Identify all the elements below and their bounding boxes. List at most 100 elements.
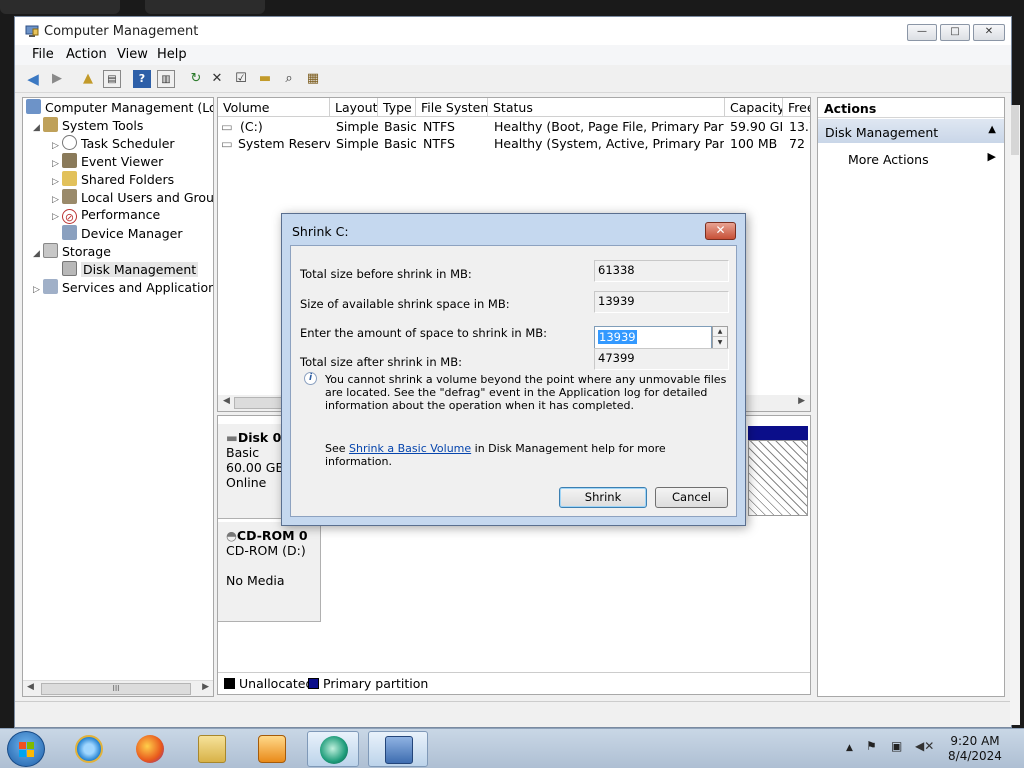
minimize-button[interactable]: — bbox=[907, 24, 937, 41]
tree-item-services[interactable]: ▷ Services and Applications bbox=[33, 279, 213, 297]
shrink-button[interactable]: Shrink bbox=[559, 487, 647, 508]
volume-muted-icon[interactable]: ◀✕ bbox=[915, 739, 934, 753]
menu-action[interactable]: Action bbox=[66, 47, 107, 62]
scroll-right-icon[interactable]: ▶ bbox=[202, 682, 209, 692]
show-hidden-icons-icon[interactable]: ▲ bbox=[846, 743, 853, 753]
actions-header: Actions bbox=[818, 98, 1004, 118]
collapsed-arrow-icon[interactable]: ▷ bbox=[52, 177, 62, 187]
start-button[interactable] bbox=[7, 731, 45, 767]
cell-capacity: 59.90 GB bbox=[730, 119, 782, 134]
dialog-body: Total size before shrink in MB: 61338 Si… bbox=[290, 245, 737, 517]
tree-item-shared-folders[interactable]: ▷ Shared Folders bbox=[52, 171, 174, 189]
taskbar-explorer[interactable] bbox=[186, 731, 238, 767]
tree-item-performance[interactable]: ▷ ⊘ Performance bbox=[52, 207, 160, 225]
back-arrow-icon[interactable]: ◀ bbox=[24, 70, 42, 88]
disk-name: Disk 0 bbox=[237, 430, 282, 445]
cdrom-0-label[interactable]: ◓CD-ROM 0 CD-ROM (D:) No Media bbox=[218, 522, 321, 622]
tree-item-disk-management[interactable]: Disk Management bbox=[62, 261, 199, 279]
legend-primary: Primary partition bbox=[323, 676, 429, 691]
tree-item-local-users[interactable]: ▷ Local Users and Groups bbox=[52, 189, 213, 207]
collapsed-arrow-icon[interactable]: ▷ bbox=[33, 285, 43, 295]
tree-item-event-viewer[interactable]: ▷ Event Viewer bbox=[52, 153, 163, 171]
shrink-amount-input[interactable]: 13939 bbox=[594, 326, 712, 349]
forward-arrow-icon[interactable]: ▶ bbox=[48, 70, 66, 88]
drive-icon: ▭ bbox=[221, 136, 233, 151]
column-header-type[interactable]: Type bbox=[378, 98, 416, 117]
delete-icon[interactable]: ✕ bbox=[208, 70, 226, 88]
column-header-file-system[interactable]: File System bbox=[416, 98, 488, 117]
column-header-free[interactable]: Free bbox=[783, 98, 810, 117]
primary-partition-bar[interactable] bbox=[748, 426, 808, 440]
system-clock[interactable]: 9:20 AM 8/4/2024 bbox=[940, 734, 1010, 764]
menu-bar: File Action View Help bbox=[15, 45, 1011, 65]
partition-selected-area[interactable] bbox=[748, 440, 808, 516]
taskbar-firefox[interactable] bbox=[124, 731, 176, 767]
shrink-amount-value: 13939 bbox=[598, 330, 637, 344]
collapse-icon[interactable]: ▲ bbox=[988, 124, 996, 135]
show-hide-action-pane-icon[interactable]: ▥ bbox=[157, 70, 175, 88]
taskbar-computer-management[interactable] bbox=[368, 731, 428, 767]
media-player-icon bbox=[258, 735, 286, 763]
close-button[interactable]: ✕ bbox=[973, 24, 1005, 41]
cell-type: Basic bbox=[384, 136, 416, 151]
spin-up-icon[interactable]: ▲ bbox=[713, 327, 727, 337]
tree-horizontal-scrollbar[interactable]: ◀ III ▶ bbox=[23, 680, 213, 696]
background-scrollbar[interactable] bbox=[1010, 105, 1020, 725]
collapsed-arrow-icon[interactable]: ▷ bbox=[52, 141, 62, 151]
column-header-volume[interactable]: Volume bbox=[218, 98, 330, 117]
refresh-icon[interactable]: ↻ bbox=[187, 70, 205, 88]
shrink-help-link[interactable]: Shrink a Basic Volume bbox=[349, 442, 471, 455]
cell-file-system: NTFS bbox=[423, 119, 455, 134]
taskbar-app-active-1[interactable] bbox=[307, 731, 359, 767]
tree-item-system-tools[interactable]: ◢ System Tools bbox=[33, 117, 143, 135]
help-icon[interactable]: ? bbox=[133, 70, 151, 88]
actions-pane: Actions Disk Management ▲ More Actions ▶ bbox=[817, 97, 1005, 697]
info-text: You cannot shrink a volume beyond the po… bbox=[325, 373, 727, 412]
scroll-thumb[interactable]: III bbox=[41, 683, 191, 695]
legend: Unallocated Primary partition bbox=[218, 672, 810, 694]
more-actions-item[interactable]: More Actions bbox=[848, 152, 929, 167]
search-icon[interactable]: ⌕ bbox=[280, 70, 298, 88]
spin-down-icon[interactable]: ▼ bbox=[713, 338, 727, 348]
menu-help[interactable]: Help bbox=[157, 47, 187, 62]
background-tab bbox=[0, 0, 120, 14]
actions-section-disk-management[interactable]: Disk Management ▲ bbox=[818, 119, 1004, 143]
scroll-left-icon[interactable]: ◀ bbox=[27, 682, 34, 692]
computer-management-icon bbox=[385, 736, 413, 764]
cell-free: 72 M bbox=[789, 136, 810, 151]
column-header-layout[interactable]: Layout bbox=[330, 98, 378, 117]
up-folder-icon[interactable]: ▲ bbox=[79, 70, 97, 88]
tree-item-computer-management[interactable]: Computer Management (Local bbox=[26, 99, 213, 117]
scroll-left-icon[interactable]: ◀ bbox=[223, 396, 230, 406]
taskbar-internet-explorer[interactable] bbox=[63, 731, 115, 767]
collapsed-arrow-icon[interactable]: ▷ bbox=[52, 212, 62, 222]
settings-icon[interactable]: ▦ bbox=[304, 70, 322, 88]
menu-file[interactable]: File bbox=[32, 47, 54, 62]
expanded-arrow-icon[interactable]: ◢ bbox=[33, 249, 43, 259]
total-before-value: 61338 bbox=[594, 260, 729, 282]
column-header-capacity[interactable]: Capacity bbox=[725, 98, 783, 117]
dialog-close-button[interactable]: ✕ bbox=[705, 222, 736, 240]
window-title: Computer Management bbox=[44, 24, 199, 39]
cdrom-status: No Media bbox=[226, 573, 285, 588]
column-header-status[interactable]: Status bbox=[488, 98, 725, 117]
network-icon[interactable]: ▣ bbox=[891, 739, 902, 753]
properties-icon[interactable]: ☑ bbox=[232, 70, 250, 88]
action-center-flag-icon[interactable]: ⚑ bbox=[866, 739, 877, 753]
collapsed-arrow-icon[interactable]: ▷ bbox=[52, 195, 62, 205]
menu-view[interactable]: View bbox=[117, 47, 148, 62]
tree-item-task-scheduler[interactable]: ▷ Task Scheduler bbox=[52, 135, 175, 153]
cell-status: Healthy (System, Active, Primary Partiti… bbox=[494, 136, 724, 151]
maximize-button[interactable]: □ bbox=[940, 24, 970, 41]
open-folder-icon[interactable]: ▬ bbox=[256, 70, 274, 88]
collapsed-arrow-icon[interactable]: ▷ bbox=[52, 159, 62, 169]
expanded-arrow-icon[interactable]: ◢ bbox=[33, 123, 43, 133]
submenu-arrow-icon[interactable]: ▶ bbox=[988, 150, 996, 163]
tree-item-storage[interactable]: ◢ Storage bbox=[33, 243, 111, 261]
shrink-amount-spinner[interactable]: ▲ ▼ bbox=[712, 326, 728, 349]
tree-item-device-manager[interactable]: Device Manager bbox=[62, 225, 183, 243]
scroll-right-icon[interactable]: ▶ bbox=[798, 396, 805, 406]
taskbar-media-player[interactable] bbox=[246, 731, 298, 767]
show-hide-tree-icon[interactable]: ▤ bbox=[103, 70, 121, 88]
cancel-button[interactable]: Cancel bbox=[655, 487, 728, 508]
